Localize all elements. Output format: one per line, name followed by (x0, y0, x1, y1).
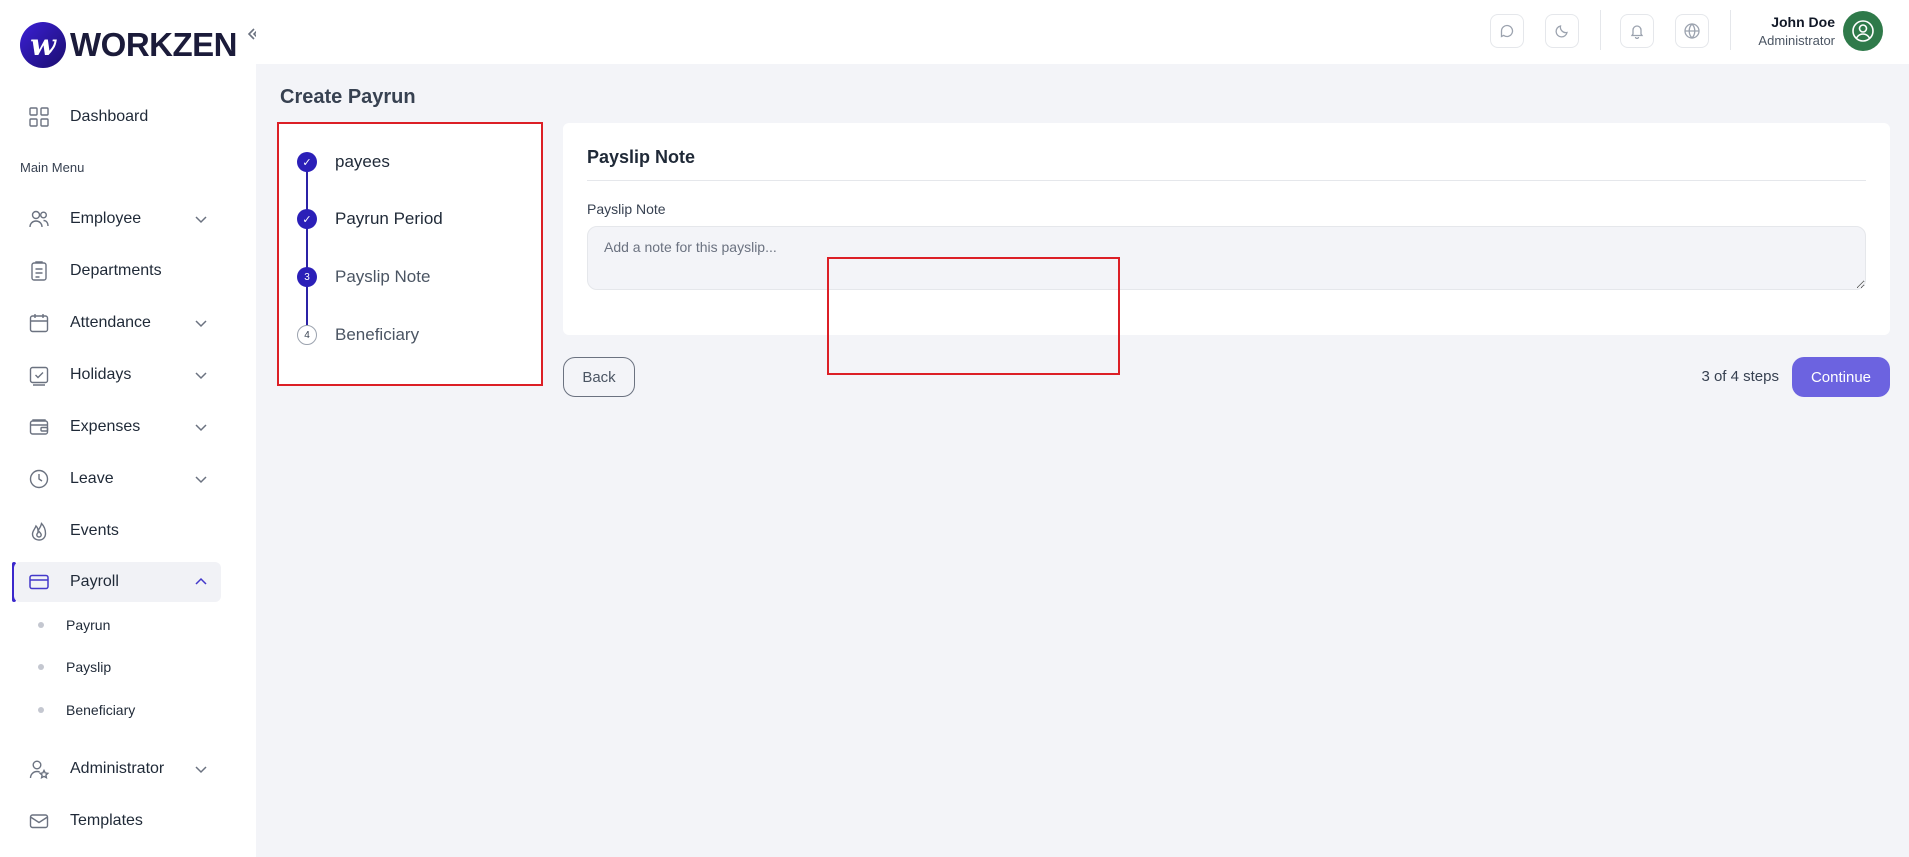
sidebar-subitem-payslip[interactable]: Payslip (38, 655, 111, 679)
chat-icon[interactable] (1490, 14, 1524, 48)
back-button[interactable]: Back (563, 357, 635, 397)
sidebar-item-label: Administrator (70, 760, 165, 777)
sidebar-item-label: Payroll (70, 573, 119, 590)
sidebar-item-leave[interactable]: Leave (14, 459, 221, 499)
sidebar-item-label: Dashboard (70, 108, 149, 125)
sidebar-item-label: Events (70, 522, 119, 539)
sidebar-item-label: Holidays (70, 366, 132, 383)
sidebar-subitem-payrun[interactable]: Payrun (38, 613, 110, 637)
sidebar-item-expenses[interactable]: Expenses (14, 407, 221, 447)
brand-logo[interactable]: w WORKZEN (20, 22, 237, 68)
payrun-stepper: ✓ payees ✓ Payrun Period 3 Payslip Note … (277, 122, 543, 386)
avatar[interactable] (1843, 11, 1883, 51)
top-header: John Doe Administrator (256, 0, 1909, 64)
credit-card-icon (28, 571, 50, 593)
sidebar-item-departments[interactable]: Departments (14, 251, 221, 291)
bullet-dot (38, 622, 44, 628)
sidebar-subitem-beneficiary[interactable]: Beneficiary (38, 698, 135, 722)
main-menu-heading: Main Menu (20, 160, 85, 175)
calendar-check-icon (28, 364, 50, 386)
step-number: 4 (297, 325, 317, 345)
sidebar-subitem-label: Payslip (66, 659, 112, 675)
chevron-down-icon (193, 761, 209, 777)
chevron-down-icon (193, 471, 209, 487)
card-title: Payslip Note (587, 147, 696, 167)
mail-icon (28, 810, 50, 832)
payslip-note-label: Payslip Note (587, 201, 666, 217)
header-divider (1600, 10, 1601, 50)
payslip-note-card: Payslip Note Payslip Note (563, 123, 1890, 335)
sidebar-item-attendance[interactable]: Attendance (14, 303, 221, 343)
sidebar-item-label: Departments (70, 262, 162, 279)
step-payees[interactable]: ✓ payees (297, 151, 390, 173)
sidebar-item-dashboard[interactable]: Dashboard (14, 97, 221, 137)
user-role: Administrator (1758, 33, 1835, 48)
sidebar-item-holidays[interactable]: Holidays (14, 355, 221, 395)
divider (587, 180, 1866, 181)
stepper-progress-line (306, 162, 308, 334)
chevron-down-icon (193, 211, 209, 227)
flame-icon (28, 520, 50, 542)
moon-icon[interactable] (1545, 14, 1579, 48)
user-star-icon (28, 758, 50, 780)
chevron-down-icon (193, 367, 209, 383)
payslip-note-input[interactable] (587, 226, 1866, 290)
header-divider (1730, 10, 1731, 50)
clock-icon (28, 468, 50, 490)
sidebar-item-templates[interactable]: Templates (14, 801, 221, 841)
sidebar-item-employee[interactable]: Employee (14, 199, 221, 239)
logo-mark: w (20, 22, 66, 68)
step-label: payees (335, 152, 390, 171)
sidebar-item-events[interactable]: Events (14, 511, 221, 551)
sidebar-item-payroll[interactable]: Payroll (14, 562, 221, 602)
check-icon: ✓ (297, 152, 317, 172)
step-label: Payslip Note (335, 267, 431, 286)
step-label: Beneficiary (335, 325, 420, 344)
continue-button[interactable]: Continue (1792, 357, 1890, 397)
chevron-up-icon (193, 574, 209, 590)
steps-counter: 3 of 4 steps (1701, 368, 1779, 385)
clipboard-icon (28, 260, 50, 282)
bullet-dot (38, 664, 44, 670)
main-content: Create Payrun ✓ payees ✓ Payrun Period 3… (256, 64, 1909, 857)
sidebar-subitem-label: Beneficiary (66, 702, 136, 718)
step-number: 3 (297, 267, 317, 287)
step-payrun-period[interactable]: ✓ Payrun Period (297, 208, 443, 230)
step-label: Payrun Period (335, 209, 443, 228)
sidebar-item-label: Attendance (70, 314, 151, 331)
brand-name: WORKZEN (70, 26, 237, 63)
sidebar-item-administrator[interactable]: Administrator (14, 749, 221, 789)
check-icon: ✓ (297, 209, 317, 229)
bell-icon[interactable] (1620, 14, 1654, 48)
wallet-icon (28, 416, 50, 438)
sidebar-item-label: Employee (70, 210, 142, 227)
globe-icon[interactable] (1675, 14, 1709, 48)
sidebar-item-label: Expenses (70, 418, 141, 435)
page-title: Create Payrun (280, 86, 416, 108)
chevron-down-icon (193, 419, 209, 435)
sidebar-item-label: Leave (70, 470, 114, 487)
step-beneficiary[interactable]: 4 Beneficiary (297, 324, 419, 346)
users-icon (28, 208, 50, 230)
bullet-dot (38, 707, 44, 713)
step-payslip-note[interactable]: 3 Payslip Note (297, 266, 430, 288)
user-name[interactable]: John Doe (1771, 14, 1835, 30)
sidebar-item-label: Templates (70, 812, 143, 829)
grid-icon (28, 106, 50, 128)
sidebar-subitem-label: Payrun (66, 617, 111, 633)
chevron-down-icon (193, 315, 209, 331)
calendar-icon (28, 312, 50, 334)
sidebar: w WORKZEN Dashboard Main Menu Employee D… (0, 0, 260, 857)
